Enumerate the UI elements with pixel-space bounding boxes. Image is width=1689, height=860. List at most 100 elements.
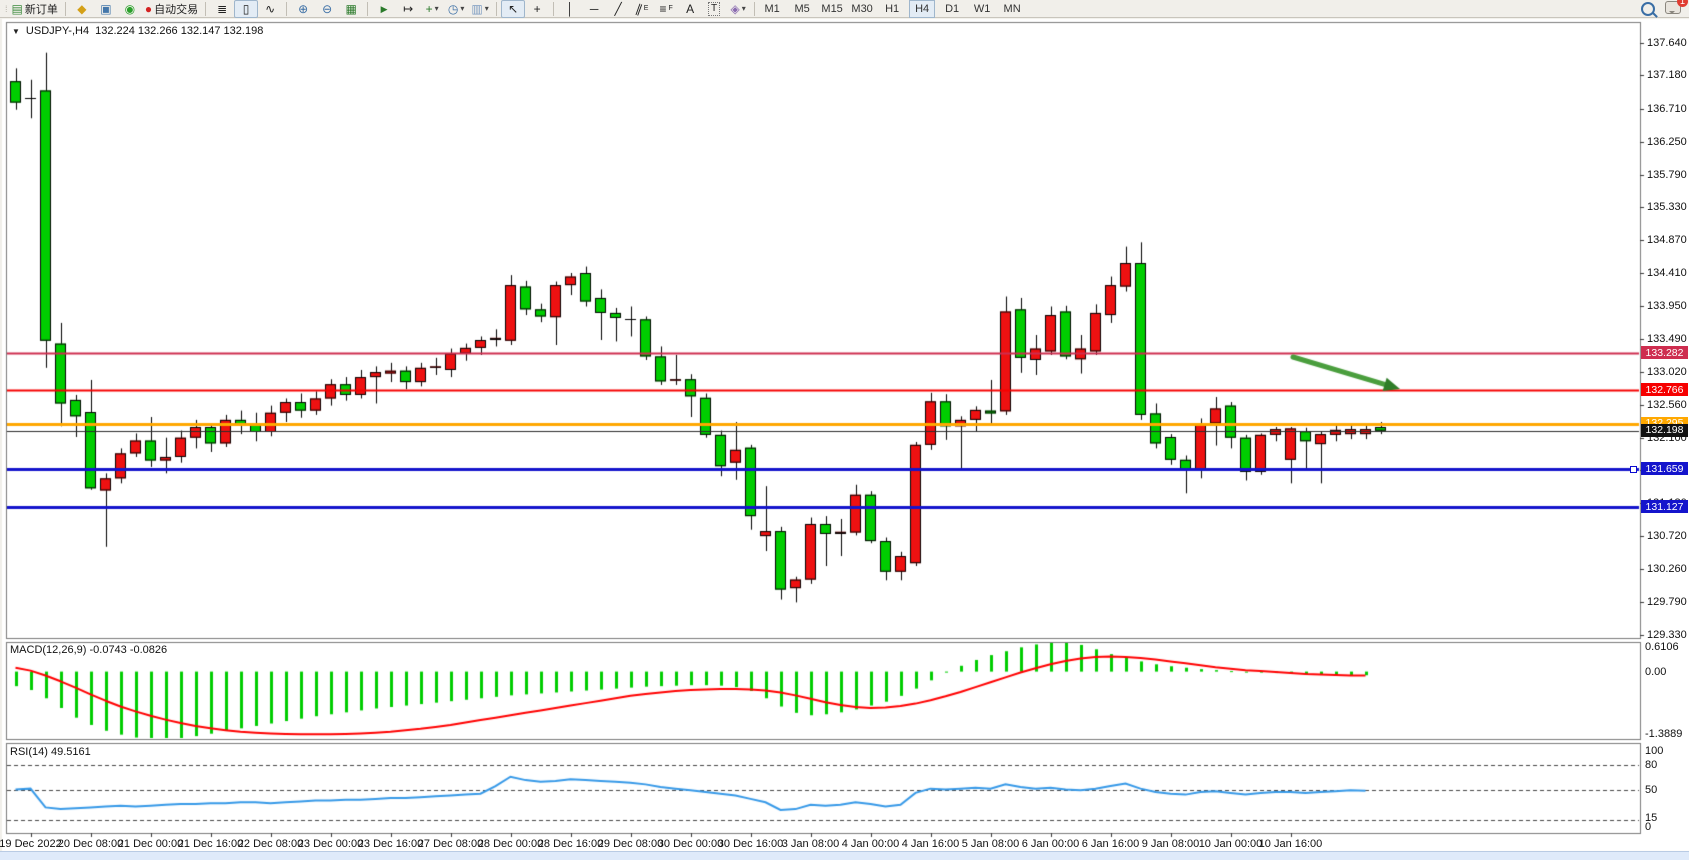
- autotrading-icon: ●: [145, 3, 152, 15]
- price-tick-label[interactable]: 137.640: [1647, 37, 1687, 49]
- text-label-icon: T: [708, 2, 720, 16]
- label-tool-button[interactable]: T: [702, 0, 726, 18]
- time-tick-label[interactable]: 5 Jan 08:00: [962, 838, 1020, 850]
- price-tick-label[interactable]: 130.720: [1647, 530, 1687, 542]
- chart-title[interactable]: ▼ USDJPY-,H4 132.224 132.266 132.147 132…: [12, 25, 263, 37]
- time-tick-label[interactable]: 6 Jan 00:00: [1022, 838, 1080, 850]
- candlestick-chart-button[interactable]: ▯: [234, 0, 258, 18]
- timeframe-button-H1[interactable]: H1: [879, 0, 905, 18]
- chart-canvas[interactable]: [0, 0, 1689, 859]
- time-tick-label[interactable]: 6 Jan 16:00: [1082, 838, 1140, 850]
- timeframe-button-M1[interactable]: M1: [759, 0, 785, 18]
- zoom-out-icon: ⊖: [322, 3, 332, 15]
- channel-tool-button[interactable]: ∥E: [630, 0, 654, 18]
- timeframe-button-M30[interactable]: M30: [849, 0, 875, 18]
- fibonacci-sub-label: F: [668, 5, 672, 12]
- trendline-icon: ╱: [614, 3, 621, 15]
- vertical-line-tool-button[interactable]: │: [558, 0, 582, 18]
- rsi-indicator-label: RSI(14) 49.5161: [10, 746, 91, 758]
- time-tick-label[interactable]: 19 Dec 2022: [0, 838, 62, 850]
- timeframe-button-H4[interactable]: H4: [909, 0, 935, 18]
- time-tick-label[interactable]: 29 Dec 08:00: [598, 838, 663, 850]
- price-level-badge[interactable]: 131.659: [1641, 462, 1688, 475]
- cursor-tool-button[interactable]: ↖: [501, 0, 525, 18]
- horizontal-line-tool-button[interactable]: ─: [582, 0, 606, 18]
- price-tick-label[interactable]: 136.710: [1647, 103, 1687, 115]
- timeframe-button-M5[interactable]: M5: [789, 0, 815, 18]
- new-order-button[interactable]: ▤ 新订单: [9, 0, 61, 18]
- zoom-out-button[interactable]: ⊖: [315, 0, 339, 18]
- time-tick-label[interactable]: 28 Dec 00:00: [478, 838, 543, 850]
- chart-shift-button[interactable]: ↦: [396, 0, 420, 18]
- trendline-tool-button[interactable]: ╱: [606, 0, 630, 18]
- time-tick-label[interactable]: 20 Dec 08:00: [58, 838, 123, 850]
- chart-symbol-period: USDJPY-,H4: [26, 25, 89, 37]
- price-tick-label[interactable]: 130.260: [1647, 563, 1687, 575]
- macd-min-label: -1.3889: [1645, 728, 1682, 740]
- periods-button[interactable]: ◷▾: [444, 0, 468, 18]
- auto-scroll-button[interactable]: ▶: [372, 0, 396, 18]
- signal-icon: ◉: [125, 3, 135, 15]
- time-tick-label[interactable]: 3 Jan 08:00: [782, 838, 840, 850]
- price-tick-label[interactable]: 133.490: [1647, 333, 1687, 345]
- rsi-value: 49.5161: [51, 746, 91, 758]
- timeframe-button-M15[interactable]: M15: [819, 0, 845, 18]
- price-tick-label[interactable]: 133.950: [1647, 300, 1687, 312]
- time-tick-label[interactable]: 10 Jan 16:00: [1259, 838, 1323, 850]
- templates-button[interactable]: ▥▾: [468, 0, 492, 18]
- crosshair-icon: +: [534, 3, 541, 15]
- time-tick-label[interactable]: 23 Dec 16:00: [358, 838, 423, 850]
- signal-button[interactable]: ◉: [118, 0, 142, 18]
- timeframe-button-MN[interactable]: MN: [999, 0, 1025, 18]
- time-tick-label[interactable]: 23 Dec 00:00: [298, 838, 363, 850]
- crosshair-tool-button[interactable]: +: [525, 0, 549, 18]
- text-tool-button[interactable]: A: [678, 0, 702, 18]
- zoom-in-icon: ⊕: [298, 3, 308, 15]
- time-tick-label[interactable]: 4 Jan 16:00: [902, 838, 960, 850]
- line-drag-handle[interactable]: [1630, 466, 1637, 473]
- time-tick-label[interactable]: 28 Dec 16:00: [538, 838, 603, 850]
- zoom-in-button[interactable]: ⊕: [291, 0, 315, 18]
- time-tick-label[interactable]: 30 Dec 16:00: [718, 838, 783, 850]
- price-tick-label[interactable]: 134.870: [1647, 234, 1687, 246]
- chat-button[interactable]: 1: [1665, 1, 1681, 17]
- time-tick-label[interactable]: 4 Jan 00:00: [842, 838, 900, 850]
- price-tick-label[interactable]: 137.180: [1647, 69, 1687, 81]
- price-tick-label[interactable]: 135.790: [1647, 169, 1687, 181]
- time-tick-label[interactable]: 21 Dec 00:00: [118, 838, 183, 850]
- timeframe-button-D1[interactable]: D1: [939, 0, 965, 18]
- shapes-tool-button[interactable]: ◈▾: [726, 0, 750, 18]
- tile-windows-button[interactable]: ▦: [339, 0, 363, 18]
- fibonacci-tool-button[interactable]: ≡F: [654, 0, 678, 18]
- price-level-badge[interactable]: 132.766: [1641, 383, 1688, 396]
- price-tick-label[interactable]: 135.330: [1647, 201, 1687, 213]
- price-tick-label[interactable]: 129.330: [1647, 629, 1687, 641]
- time-tick-label[interactable]: 22 Dec 08:00: [238, 838, 303, 850]
- macd-values: -0.0743 -0.0826: [89, 644, 167, 656]
- price-tick-label[interactable]: 132.560: [1647, 399, 1687, 411]
- time-tick-label[interactable]: 9 Jan 08:00: [1142, 838, 1200, 850]
- price-tick-label[interactable]: 133.020: [1647, 366, 1687, 378]
- time-tick-label[interactable]: 27 Dec 08:00: [418, 838, 483, 850]
- indicators-button[interactable]: +▾: [420, 0, 444, 18]
- timeframe-button-W1[interactable]: W1: [969, 0, 995, 18]
- caret-down-icon: ▾: [460, 4, 464, 13]
- time-tick-label[interactable]: 21 Dec 16:00: [178, 838, 243, 850]
- rsi-name: RSI(14): [10, 746, 48, 758]
- bar-chart-button[interactable]: ≣: [210, 0, 234, 18]
- market-watch-button[interactable]: ◆: [70, 0, 94, 18]
- autotrading-button[interactable]: ● 自动交易: [142, 0, 201, 18]
- collapse-arrow-icon[interactable]: ▼: [12, 27, 20, 36]
- line-chart-button[interactable]: ∿: [258, 0, 282, 18]
- price-level-badge[interactable]: 133.282: [1641, 346, 1688, 359]
- chart-window-button[interactable]: ▣: [94, 0, 118, 18]
- search-icon[interactable]: [1641, 2, 1655, 16]
- fibonacci-icon: ≡: [659, 3, 666, 15]
- price-level-badge[interactable]: 131.127: [1641, 500, 1688, 513]
- time-tick-label[interactable]: 10 Jan 00:00: [1199, 838, 1263, 850]
- price-level-badge[interactable]: 132.198: [1641, 424, 1688, 437]
- price-tick-label[interactable]: 129.790: [1647, 596, 1687, 608]
- time-tick-label[interactable]: 30 Dec 00:00: [658, 838, 723, 850]
- price-tick-label[interactable]: 134.410: [1647, 267, 1687, 279]
- price-tick-label[interactable]: 136.250: [1647, 136, 1687, 148]
